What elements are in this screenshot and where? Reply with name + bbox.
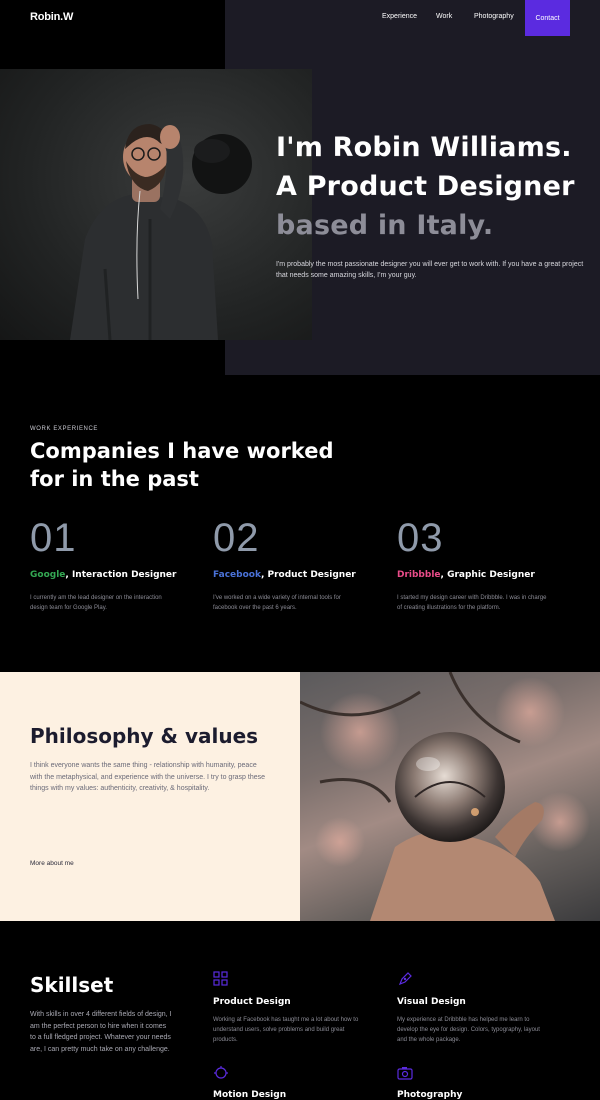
- camera-icon: [397, 1065, 413, 1081]
- role-label: , Product Designer: [260, 570, 356, 580]
- crystal-ball-photo: [300, 672, 600, 921]
- work-number-1: 01: [30, 516, 77, 560]
- skill-name-photography: Photography: [397, 1090, 463, 1100]
- nav-link-work[interactable]: Work: [436, 13, 452, 20]
- nav-link-photography[interactable]: Photography: [474, 13, 514, 20]
- work-role-1: Google, Interaction Designer: [30, 570, 176, 580]
- philosophy-panel: [0, 672, 300, 921]
- hero-description: I'm probably the most passionate designe…: [276, 261, 584, 279]
- work-number-3: 03: [397, 516, 444, 560]
- hero-title-line1: I'm Robin Williams.: [276, 132, 572, 163]
- skill-desc-visual-design: My experience at Dribbble has helped me …: [397, 1017, 540, 1043]
- skill-name-visual-design: Visual Design: [397, 997, 466, 1007]
- work-description-2: I've worked on a wide variety of interna…: [213, 595, 341, 611]
- logo[interactable]: Robin.W: [30, 11, 73, 23]
- work-eyebrow: WORK EXPERIENCE: [30, 426, 99, 432]
- skill-desc-product-design: Working at Facebook has taught me a lot …: [213, 1017, 359, 1043]
- hero-title: I'm Robin Williams. A Product Designer b…: [276, 128, 596, 245]
- company-dribbble[interactable]: Dribbble: [397, 570, 441, 580]
- pen-icon: [397, 971, 413, 987]
- grid-icon: [213, 971, 229, 987]
- skillset-intro: With skills in over 4 different fields o…: [30, 1011, 172, 1053]
- skill-name-product-design: Product Design: [213, 997, 291, 1007]
- work-description-3: I started my design career with Dribbble…: [397, 595, 547, 611]
- role-label: , Graphic Designer: [440, 570, 535, 580]
- motion-icon: [213, 1065, 229, 1081]
- work-number-2: 02: [213, 516, 260, 560]
- portrait-illustration: [70, 124, 252, 340]
- hero-portrait-photo: [0, 69, 312, 340]
- hero-title-line2: A Product Designer: [276, 171, 575, 202]
- role-label: , Interaction Designer: [65, 570, 177, 580]
- crystal-ball-illustration: [300, 672, 590, 921]
- hero-title-line3: based in Italy.: [276, 210, 494, 241]
- philosophy-description: I think everyone wants the same thing - …: [30, 762, 266, 792]
- work-description-1: I currently am the lead designer on the …: [30, 595, 162, 611]
- company-google[interactable]: Google: [30, 570, 65, 580]
- skillset-title: Skillset: [30, 973, 114, 997]
- work-role-2: Facebook, Product Designer: [213, 570, 356, 580]
- company-facebook[interactable]: Facebook: [213, 570, 261, 580]
- more-about-me-link[interactable]: More about me: [30, 860, 74, 867]
- contact-button[interactable]: Contact: [525, 0, 570, 36]
- work-title-line1: Companies I have worked: [30, 439, 334, 463]
- philosophy-title: Philosophy & values: [30, 724, 259, 748]
- nav-link-experience[interactable]: Experience: [382, 13, 417, 20]
- work-title-line2: for in the past: [30, 467, 199, 491]
- skill-name-motion-design: Motion Design: [213, 1090, 287, 1100]
- work-role-3: Dribbble, Graphic Designer: [397, 570, 535, 580]
- work-title: Companies I have worked for in the past: [30, 437, 350, 493]
